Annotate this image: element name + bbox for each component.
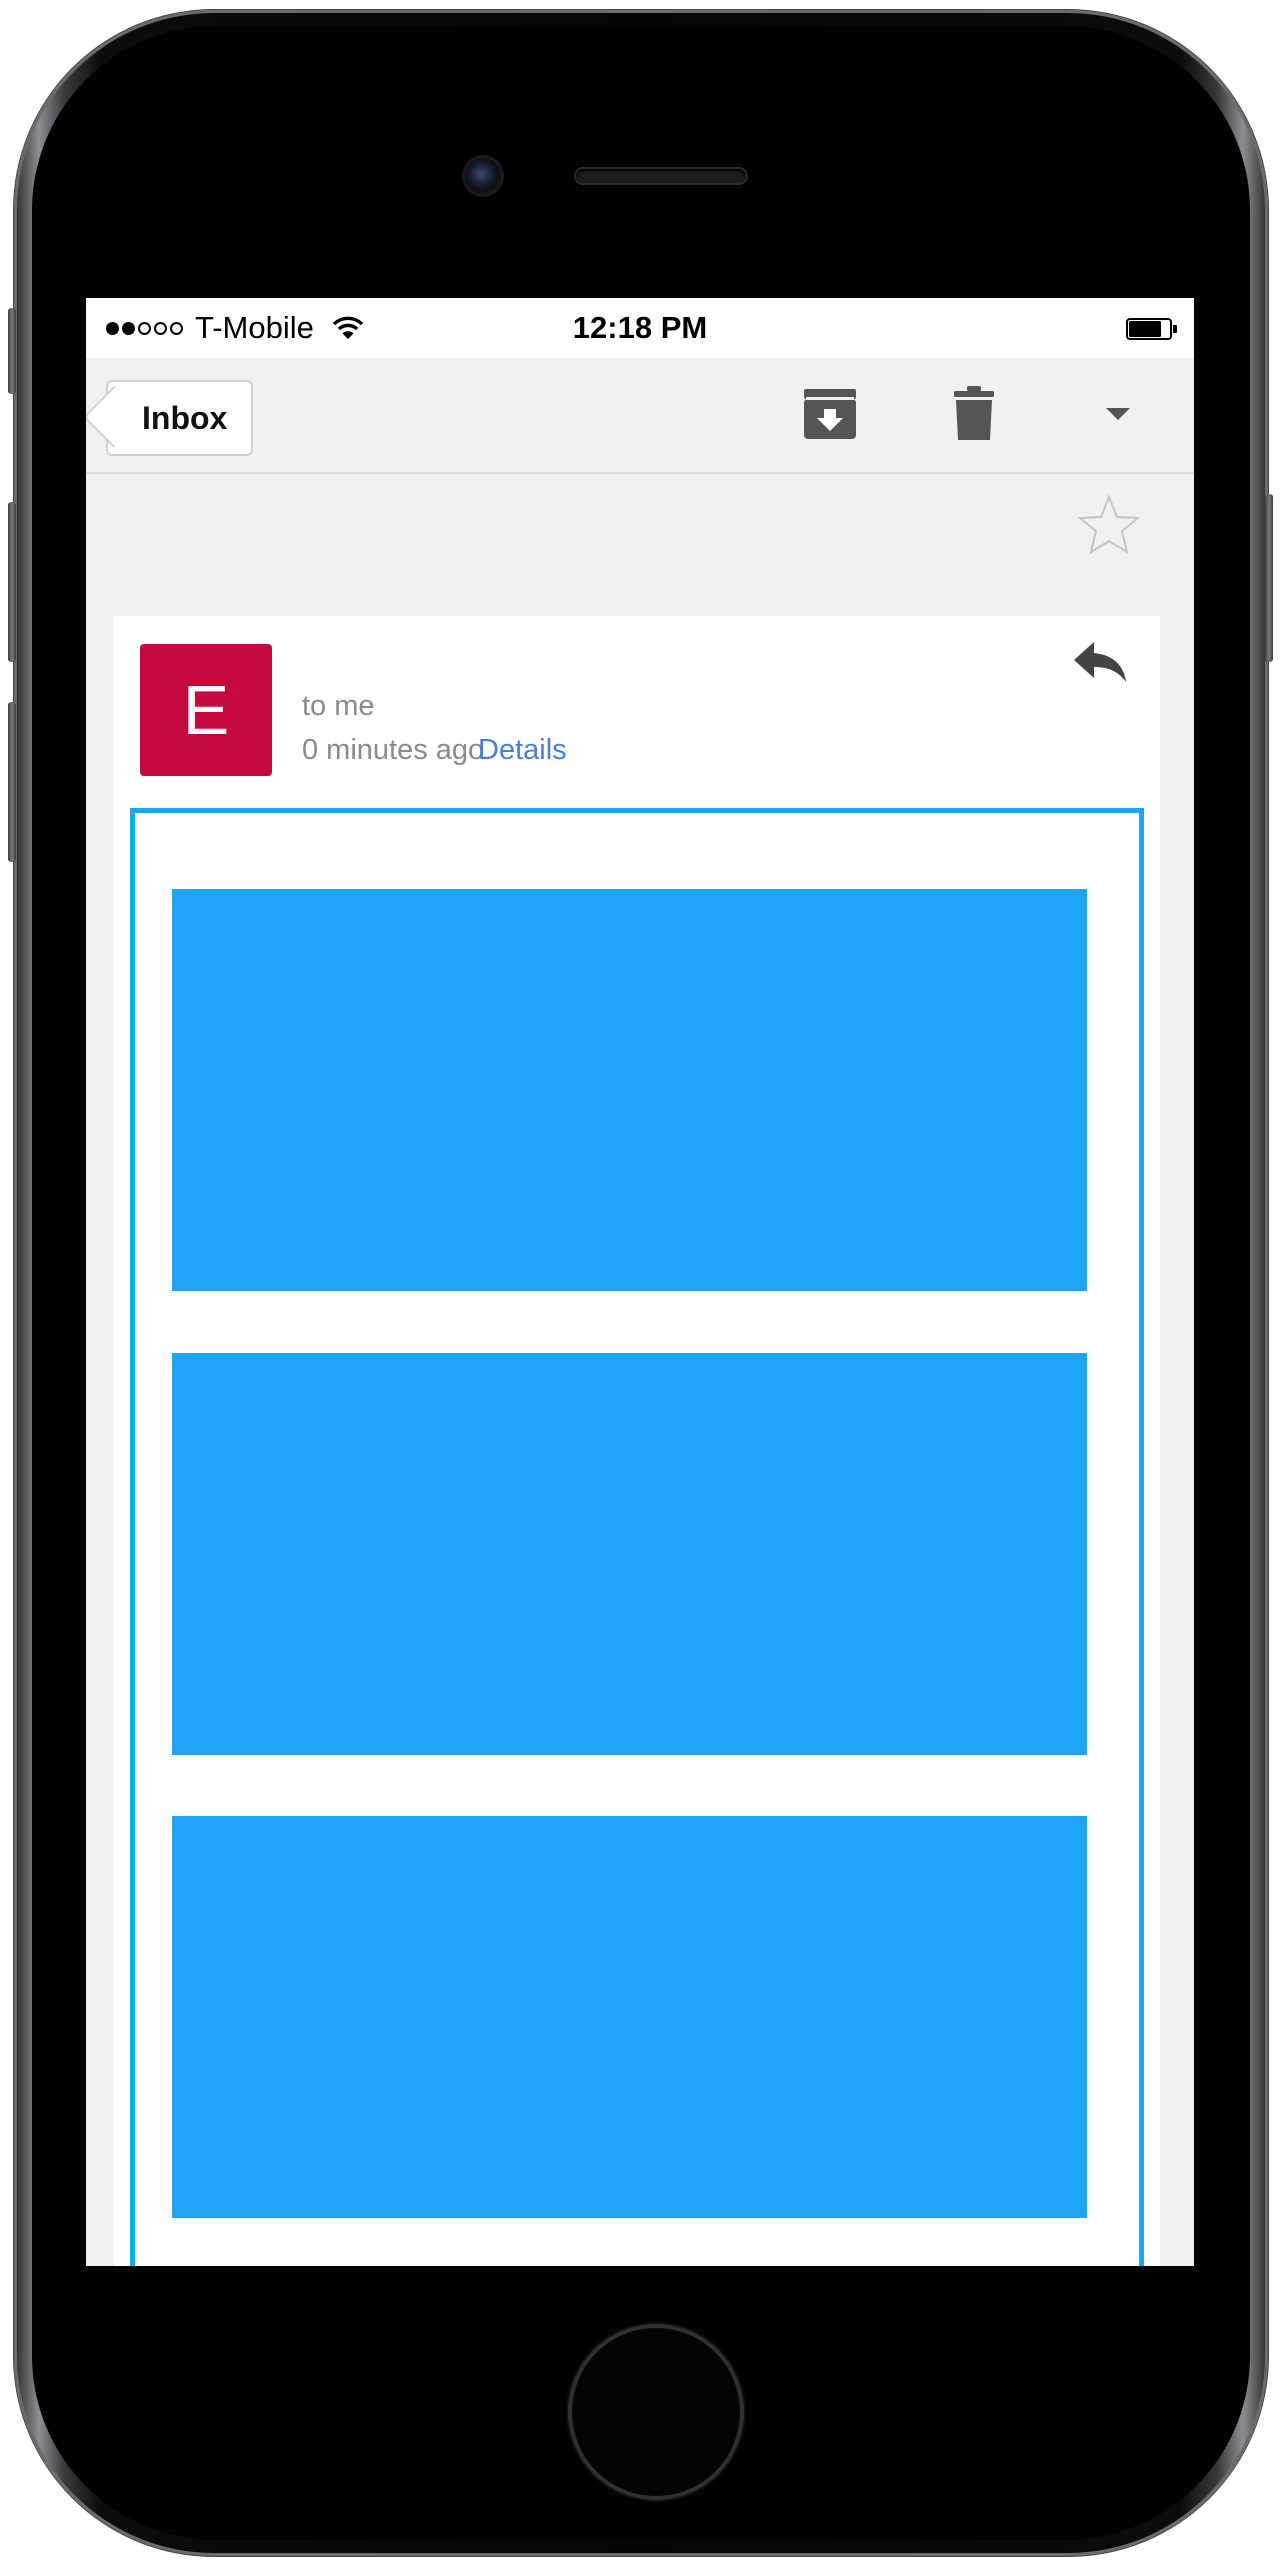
sender-avatar: E bbox=[140, 644, 272, 776]
home-button[interactable] bbox=[572, 2328, 740, 2496]
content-block bbox=[172, 1816, 1087, 2218]
volume-down-button bbox=[8, 702, 16, 862]
scroll-track bbox=[1172, 616, 1194, 2036]
content-block bbox=[172, 1353, 1087, 1755]
email-body bbox=[130, 808, 1144, 2266]
status-bar: T-Mobile 12:18 PM bbox=[86, 298, 1194, 358]
message-time: 0 minutes ago bbox=[302, 734, 485, 766]
screen: T-Mobile 12:18 PM Inbox E to me 0 minute… bbox=[86, 298, 1194, 2266]
reply-icon[interactable] bbox=[1072, 636, 1130, 686]
front-camera bbox=[465, 158, 501, 194]
star-row bbox=[86, 474, 1194, 612]
volume-up-button bbox=[8, 502, 16, 662]
star-icon[interactable] bbox=[1078, 494, 1140, 556]
battery-icon bbox=[1126, 318, 1177, 340]
chevron-down-icon[interactable] bbox=[1090, 385, 1146, 441]
message-toolbar: Inbox bbox=[86, 358, 1194, 474]
mute-switch bbox=[8, 308, 16, 394]
recipient-label: to me bbox=[302, 690, 375, 722]
power-button bbox=[1265, 494, 1273, 662]
avatar-letter: E bbox=[182, 671, 230, 749]
details-link[interactable]: Details bbox=[478, 734, 567, 767]
back-to-inbox-button[interactable]: Inbox bbox=[106, 380, 254, 456]
back-button-label: Inbox bbox=[142, 399, 228, 436]
earpiece-speaker bbox=[576, 169, 746, 183]
page: T-Mobile 12:18 PM Inbox E to me 0 minute… bbox=[0, 0, 1281, 2565]
message-card: E to me 0 minutes ago Details bbox=[114, 616, 1160, 2266]
trash-icon[interactable] bbox=[946, 385, 1002, 441]
content-block bbox=[172, 889, 1087, 1291]
archive-icon[interactable] bbox=[802, 385, 858, 441]
status-time: 12:18 PM bbox=[572, 310, 708, 345]
